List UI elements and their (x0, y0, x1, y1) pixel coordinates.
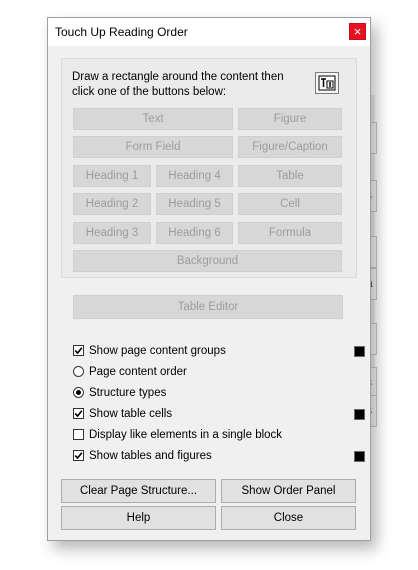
show-page-content-groups-label: Show page content groups (89, 345, 226, 357)
close-icon: × (353, 24, 362, 39)
clear-page-structure-button[interactable]: Clear Page Structure... (61, 479, 216, 503)
tag-formula-button[interactable]: Formula (238, 222, 342, 244)
show-tables-and-figures-checkbox[interactable] (73, 450, 84, 461)
show-order-panel-button[interactable]: Show Order Panel (221, 479, 356, 503)
help-button[interactable]: Help (61, 506, 216, 530)
tag-heading4-button[interactable]: Heading 4 (156, 165, 233, 187)
touch-up-reading-order-dialog: Touch Up Reading Order × Draw a rectangl… (47, 17, 371, 541)
tag-text-button[interactable]: Text (73, 108, 233, 130)
tables-and-figures-color-swatch[interactable] (354, 451, 365, 462)
page-content-order-label: Page content order (89, 366, 187, 378)
structure-types-option[interactable]: Structure types (73, 385, 273, 401)
checkmark-icon (74, 347, 83, 355)
show-table-cells-option[interactable]: Show table cells (73, 406, 369, 422)
tag-form-field-button[interactable]: Form Field (73, 136, 233, 158)
checkmark-icon (74, 452, 83, 460)
display-like-elements-checkbox[interactable] (73, 429, 84, 440)
show-table-cells-checkbox[interactable] (73, 408, 84, 419)
tag-heading6-button[interactable]: Heading 6 (156, 222, 233, 244)
tag-heading2-button[interactable]: Heading 2 (73, 193, 151, 215)
page-content-order-option[interactable]: Page content order (73, 364, 273, 380)
tag-heading5-button[interactable]: Heading 5 (156, 193, 233, 215)
tag-background-button[interactable]: Background (73, 250, 342, 272)
checkmark-icon (74, 410, 83, 418)
structure-types-radio[interactable] (73, 387, 84, 398)
table-cells-color-swatch[interactable] (354, 409, 365, 420)
title-bar: Touch Up Reading Order × (48, 18, 370, 46)
draw-rectangle-button[interactable] (315, 72, 339, 94)
show-page-content-groups-checkbox[interactable] (73, 345, 84, 356)
tag-heading1-button[interactable]: Heading 1 (73, 165, 151, 187)
show-table-cells-label: Show table cells (89, 408, 173, 420)
draw-rectangle-icon (318, 75, 336, 91)
show-tables-and-figures-label: Show tables and figures (89, 450, 212, 462)
instructions-text: Draw a rectangle around the content then… (72, 71, 284, 98)
tag-cell-button[interactable]: Cell (238, 193, 342, 215)
show-page-content-groups-option[interactable]: Show page content groups (73, 343, 369, 359)
table-editor-button[interactable]: Table Editor (73, 295, 343, 319)
tag-table-button[interactable]: Table (238, 165, 342, 187)
page-content-order-radio[interactable] (73, 366, 84, 377)
tag-figure-button[interactable]: Figure (238, 108, 342, 130)
structure-types-label: Structure types (89, 387, 167, 399)
close-button[interactable]: Close (221, 506, 356, 530)
dialog-title: Touch Up Reading Order (55, 25, 188, 39)
radio-selected-dot (76, 390, 81, 395)
display-like-elements-label: Display like elements in a single block (89, 429, 283, 441)
tag-heading3-button[interactable]: Heading 3 (73, 222, 151, 244)
display-like-elements-option[interactable]: Display like elements in a single block (73, 427, 333, 443)
page-content-groups-color-swatch[interactable] (354, 346, 365, 357)
tag-figure-caption-button[interactable]: Figure/Caption (238, 136, 342, 158)
tag-button-group: Draw a rectangle around the content then… (61, 58, 357, 278)
show-tables-and-figures-option[interactable]: Show tables and figures (73, 448, 369, 464)
close-window-button[interactable]: × (349, 23, 366, 40)
